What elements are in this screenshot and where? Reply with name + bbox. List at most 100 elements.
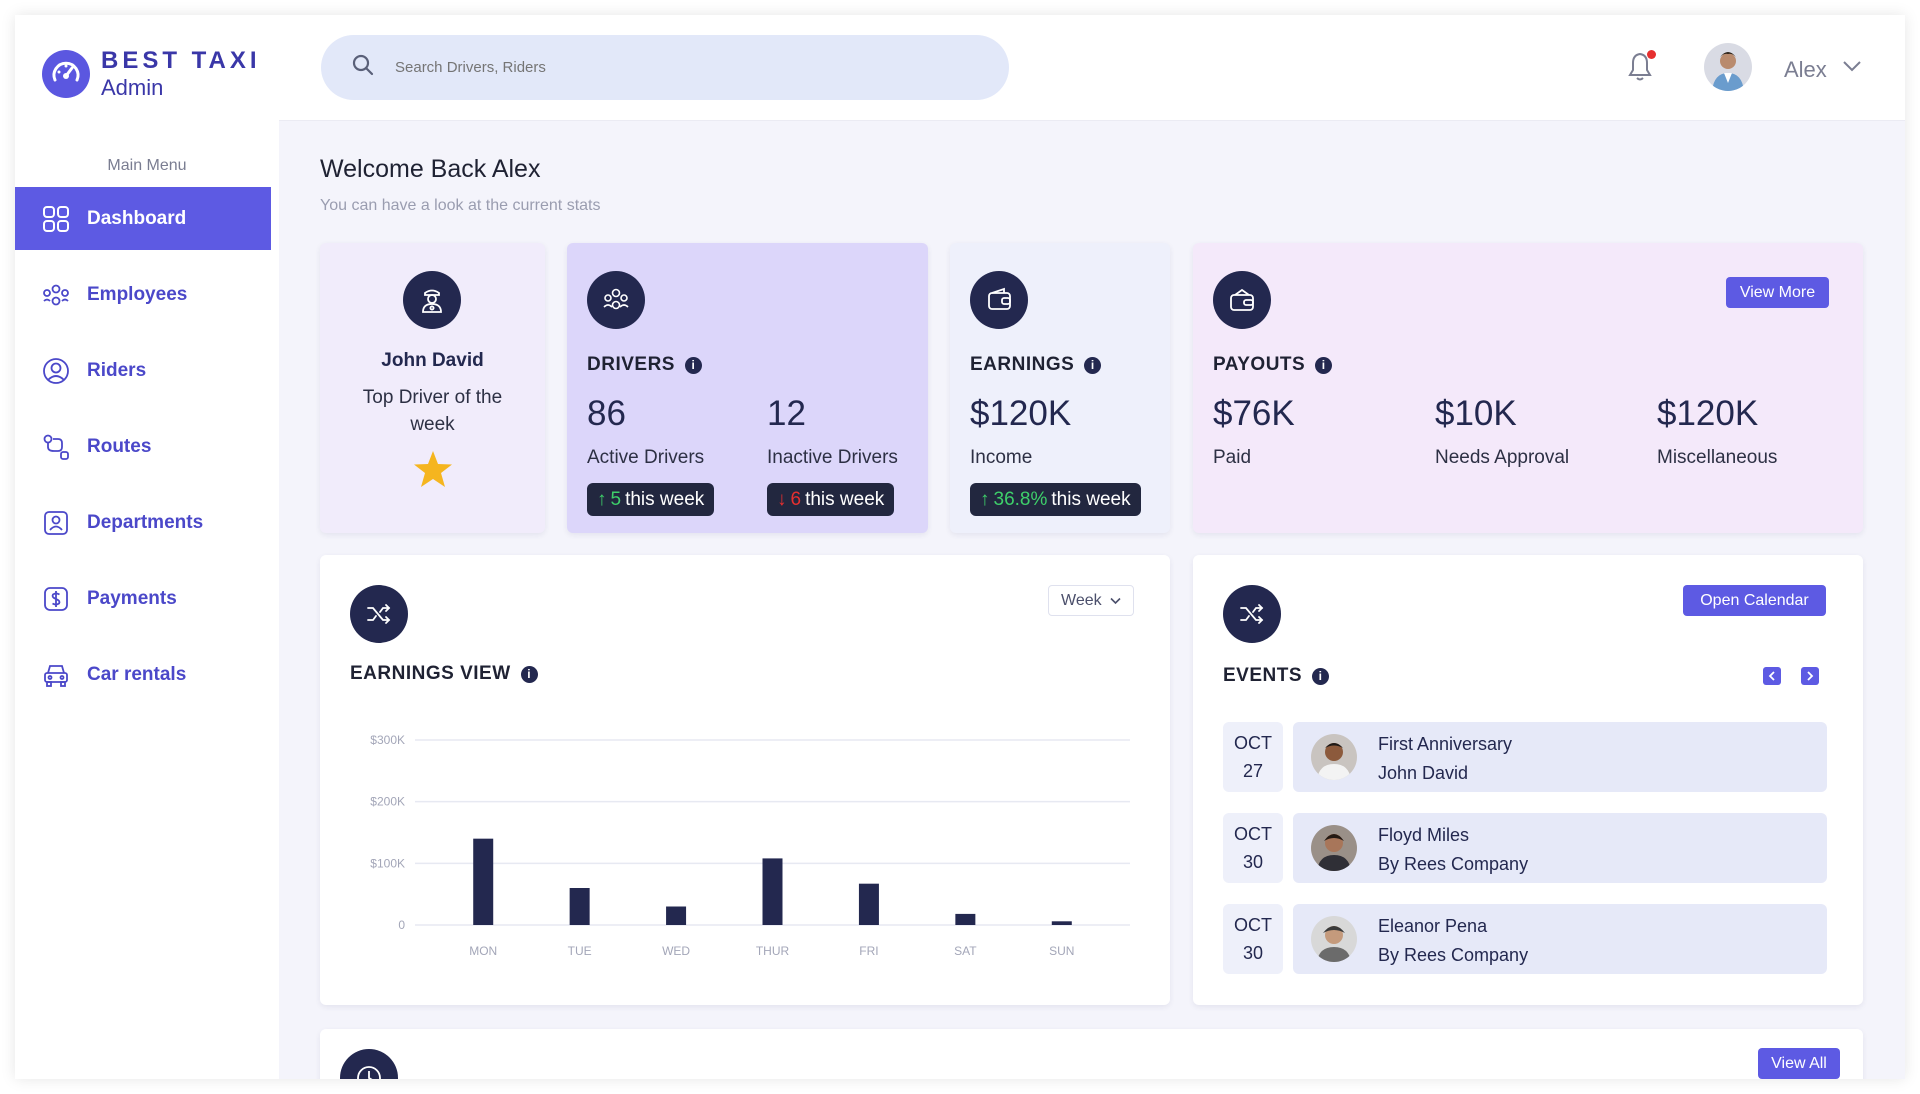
arrow-up-icon: ↑	[597, 488, 607, 510]
event-subtitle: By Rees Company	[1378, 854, 1529, 874]
user-name[interactable]: Alex	[1784, 57, 1827, 83]
speedometer-logo-icon	[42, 50, 90, 98]
top-driver-caption: Top Driver of the week	[362, 387, 503, 435]
driver-badge-icon	[403, 271, 461, 329]
view-all-button[interactable]: View All	[1758, 1048, 1840, 1079]
earnings-title: EARNINGS i	[970, 354, 1102, 376]
change-value: 36.8%	[993, 488, 1048, 510]
event-avatar	[1311, 734, 1357, 780]
sidebar-item-car-rentals[interactable]: Car rentals	[15, 643, 271, 706]
chevron-right-icon[interactable]	[1801, 667, 1819, 685]
sidebar-item-label: Dashboard	[87, 207, 187, 229]
change-suffix: this week	[805, 488, 885, 510]
event-item[interactable]: OCT 30 Floyd Miles By Rees Company	[1223, 813, 1827, 883]
sidebar: BEST TAXI Admin Main Menu Dashboard Empl…	[15, 15, 279, 1079]
dollar-icon	[41, 584, 71, 614]
event-month: OCT	[1234, 915, 1272, 935]
active-drivers-value: 86	[587, 394, 626, 433]
employees-icon	[41, 280, 71, 310]
event-body: First Anniversary John David	[1293, 722, 1827, 792]
payout-wallet-icon	[1213, 271, 1271, 329]
needs-approval-label: Needs Approval	[1435, 447, 1570, 468]
chart-bar-wed[interactable]	[666, 906, 687, 926]
brand-title: BEST TAXI	[101, 47, 261, 74]
sidebar-item-dashboard[interactable]: Dashboard	[15, 187, 271, 250]
info-icon[interactable]: i	[520, 665, 538, 683]
event-avatar	[1311, 825, 1357, 871]
sidebar-item-riders[interactable]: Riders	[15, 339, 271, 402]
sidebar-item-label: Departments	[87, 511, 204, 533]
info-icon[interactable]: i	[1084, 356, 1102, 374]
sidebar-item-payments[interactable]: Payments	[15, 567, 271, 630]
search-input[interactable]	[395, 59, 955, 76]
event-title: Floyd Miles	[1378, 825, 1470, 845]
drivers-group-icon	[587, 271, 645, 329]
info-icon[interactable]: i	[1312, 667, 1330, 685]
event-item[interactable]: OCT 27 First Anniversary John David	[1223, 722, 1827, 792]
grid-icon	[41, 204, 71, 234]
chart-bar-sat[interactable]	[955, 913, 976, 925]
y-tick-label: 0	[398, 918, 405, 932]
arrow-up-icon: ↑	[980, 488, 990, 510]
open-calendar-button[interactable]: Open Calendar	[1683, 585, 1826, 616]
info-icon[interactable]: i	[1315, 356, 1333, 374]
departments-icon	[41, 508, 71, 538]
paid-value: $76K	[1213, 394, 1295, 433]
info-icon[interactable]: i	[684, 356, 702, 374]
chevron-down-icon[interactable]	[1842, 59, 1862, 78]
earnings-change-badge: ↑ 36.8% this week	[970, 483, 1141, 516]
inactive-drivers-value: 12	[767, 394, 806, 433]
chart-bar-tue[interactable]	[569, 888, 590, 925]
y-tick-label: $200K	[370, 795, 405, 809]
x-tick-label: WED	[662, 944, 690, 958]
earnings-bar-chart: 0 $100K $200K $300K MON TUE WED THUR FRI SAT SUN	[370, 733, 1130, 958]
earnings-value: $120K	[970, 394, 1072, 433]
event-month: OCT	[1234, 824, 1272, 844]
active-drivers-change-badge: ↑ 5 this week	[587, 483, 715, 516]
notification-bell-icon[interactable]	[1624, 48, 1660, 86]
top-driver-name: John David	[381, 350, 484, 371]
user-avatar[interactable]	[1704, 43, 1752, 91]
payouts-card: View More PAYOUTS i $76K Paid $10K Needs…	[1193, 243, 1863, 533]
sidebar-item-employees[interactable]: Employees	[15, 263, 271, 326]
chart-bar-fri[interactable]	[858, 883, 879, 925]
sidebar-nav: Dashboard Employees Riders Routes Depart…	[15, 187, 271, 719]
event-date: OCT 30	[1223, 904, 1283, 974]
arrow-down-icon: ↓	[777, 488, 787, 510]
event-day: 27	[1242, 761, 1264, 781]
event-subtitle: By Rees Company	[1378, 945, 1529, 965]
drivers-title: DRIVERS i	[587, 354, 702, 376]
event-item[interactable]: OCT 30 Eleanor Pena By Rees Company	[1223, 904, 1827, 974]
sidebar-item-routes[interactable]: Routes	[15, 415, 271, 478]
view-more-button[interactable]: View More	[1726, 277, 1829, 308]
sidebar-item-label: Employees	[87, 283, 188, 305]
x-tick-label: SUN	[1049, 944, 1074, 958]
event-title: Eleanor Pena	[1378, 916, 1488, 936]
shuffle-icon	[350, 585, 408, 643]
period-select[interactable]: Week	[1048, 585, 1134, 616]
event-date: OCT 30	[1223, 813, 1283, 883]
star-icon	[413, 450, 453, 493]
clock-icon	[340, 1049, 398, 1079]
earnings-card: EARNINGS i $120K Income ↑ 36.8% this wee…	[950, 243, 1170, 533]
search-bar[interactable]	[321, 35, 1009, 100]
chevron-down-icon	[1110, 592, 1121, 610]
event-subtitle: John David	[1378, 763, 1469, 783]
earnings-view-title-text: EARNINGS VIEW	[350, 663, 511, 684]
earnings-view-card: Week EARNINGS VIEW i 0 $100K $200K $300K MON…	[320, 555, 1170, 1005]
drivers-card: DRIVERS i 86 Active Drivers ↑ 5 this wee…	[567, 243, 928, 533]
sidebar-item-label: Car rentals	[87, 663, 187, 685]
events-title-text: EVENTS	[1223, 665, 1303, 686]
chart-bar-mon[interactable]	[473, 838, 494, 925]
chart-bar-sun[interactable]	[1051, 921, 1072, 925]
chart-bar-thur[interactable]	[762, 858, 783, 925]
sidebar-item-departments[interactable]: Departments	[15, 491, 271, 554]
misc-label: Miscellaneous	[1657, 447, 1778, 468]
x-tick-label: THUR	[756, 944, 790, 958]
y-tick-label: $100K	[370, 856, 405, 870]
chevron-left-icon[interactable]	[1763, 667, 1781, 685]
brand[interactable]: BEST TAXI Admin	[42, 47, 261, 101]
events-card: Open Calendar EVENTS i OCT 27 First Anni…	[1193, 555, 1863, 1005]
page-subtitle: You can have a look at the current stats	[320, 197, 601, 214]
wallet-icon	[970, 271, 1028, 329]
